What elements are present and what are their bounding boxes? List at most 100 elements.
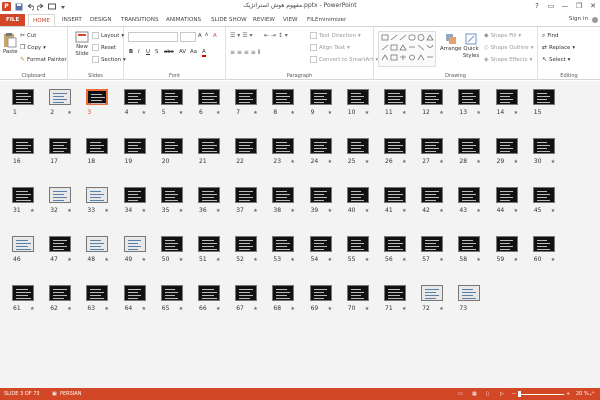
transition-star-icon[interactable]: ★ — [439, 306, 443, 312]
transition-star-icon[interactable]: ★ — [328, 257, 332, 263]
cut-button[interactable]: ✂ Cut — [20, 32, 36, 39]
shape-effects-button[interactable]: ◈ Shape Effects ▾ — [484, 56, 532, 63]
slide-thumbnail[interactable] — [160, 89, 183, 105]
transition-star-icon[interactable]: ★ — [253, 257, 257, 263]
transition-star-icon[interactable]: ★ — [328, 159, 332, 165]
slide-thumbnail[interactable] — [86, 138, 109, 154]
tab-view[interactable]: VIEW — [283, 14, 298, 26]
language-indicator[interactable]: PERSIAN — [60, 391, 81, 397]
arrange-button[interactable]: Arrange — [440, 33, 461, 52]
select-button[interactable]: ↖ Select ▾ — [542, 56, 570, 63]
normal-view-icon[interactable]: ▭ — [458, 391, 463, 397]
slide-thumbnail[interactable] — [272, 236, 295, 252]
slide-thumbnail[interactable] — [532, 89, 555, 105]
transition-star-icon[interactable]: ★ — [514, 159, 518, 165]
grow-font-button[interactable]: A — [198, 33, 202, 39]
slide-thumbnail[interactable] — [272, 89, 295, 105]
transition-star-icon[interactable]: ★ — [142, 110, 146, 116]
zoom-in-button[interactable]: + — [566, 391, 570, 397]
transition-star-icon[interactable]: ★ — [402, 110, 406, 116]
italic-button[interactable]: I — [138, 49, 140, 55]
slide-thumbnail[interactable] — [458, 285, 481, 301]
clear-formatting-button[interactable]: A — [213, 33, 217, 39]
text-direction-button[interactable]: Text Direction ▾ — [310, 32, 361, 39]
slide-thumbnail[interactable] — [86, 236, 109, 252]
slide-thumbnail[interactable] — [198, 285, 220, 301]
indent-buttons[interactable]: ⇤ ⇥ ↕ ▾ — [264, 32, 288, 39]
transition-star-icon[interactable]: ★ — [551, 159, 555, 165]
convert-smartart-button[interactable]: Convert to SmartArt ▾ — [310, 56, 378, 63]
bold-button[interactable]: B — [129, 49, 133, 55]
slide-thumbnail[interactable] — [235, 236, 258, 252]
slide-thumbnail[interactable] — [532, 236, 555, 252]
slideshow-icon[interactable] — [47, 2, 56, 11]
slide-thumbnail[interactable] — [123, 285, 146, 301]
find-button[interactable]: ⌕ Find — [542, 32, 558, 40]
slide-thumbnail[interactable] — [495, 89, 518, 105]
zoom-slider[interactable] — [520, 393, 564, 395]
transition-star-icon[interactable]: ★ — [142, 208, 146, 214]
slide-thumbnail[interactable] — [49, 187, 72, 203]
slide-thumbnail[interactable] — [309, 138, 332, 154]
replace-button[interactable]: ⇄ Replace ▾ — [542, 44, 575, 51]
slide-thumbnail[interactable] — [123, 138, 146, 154]
slide-thumbnail[interactable] — [160, 187, 183, 203]
slide-thumbnail[interactable] — [12, 89, 34, 105]
slide-thumbnail[interactable] — [198, 187, 220, 203]
reset-button[interactable]: Reset — [92, 44, 116, 51]
align-buttons[interactable]: ≡ ≡ ≡ ≡ ⫴ — [230, 49, 260, 57]
slide-thumbnail[interactable] — [272, 187, 295, 203]
transition-star-icon[interactable]: ★ — [290, 306, 294, 312]
transition-star-icon[interactable]: ★ — [328, 306, 332, 312]
redo-icon[interactable] — [36, 2, 45, 11]
slide-thumbnail[interactable] — [421, 236, 444, 252]
transition-star-icon[interactable]: ★ — [365, 159, 369, 165]
slide-thumbnail[interactable] — [384, 236, 406, 252]
slide-thumbnail[interactable] — [532, 187, 555, 203]
transition-star-icon[interactable]: ★ — [67, 306, 71, 312]
transition-star-icon[interactable]: ★ — [476, 257, 480, 263]
underline-button[interactable]: U — [146, 49, 150, 55]
slide-thumbnail[interactable] — [49, 138, 72, 154]
transition-star-icon[interactable]: ★ — [253, 306, 257, 312]
transition-star-icon[interactable]: ★ — [328, 110, 332, 116]
transition-star-icon[interactable]: ★ — [365, 208, 369, 214]
slide-thumbnail[interactable] — [384, 187, 406, 203]
section-button[interactable]: Section ▾ — [92, 56, 126, 63]
slide-thumbnail[interactable] — [160, 138, 183, 154]
slide-thumbnail[interactable] — [235, 187, 258, 203]
slide-thumbnail[interactable] — [384, 89, 406, 105]
transition-star-icon[interactable]: ★ — [216, 110, 220, 116]
shapes-gallery[interactable] — [378, 31, 436, 67]
copy-button[interactable]: ❐ Copy ▾ — [20, 44, 46, 51]
zoom-level[interactable]: 20 % — [576, 391, 589, 397]
shrink-font-button[interactable]: A — [205, 33, 208, 38]
transition-star-icon[interactable]: ★ — [402, 159, 406, 165]
tab-transitions[interactable]: TRANSITIONS — [121, 14, 159, 26]
transition-star-icon[interactable]: ★ — [179, 306, 183, 312]
slide-thumbnail[interactable] — [309, 89, 332, 105]
slide-thumbnail[interactable] — [160, 236, 183, 252]
slide-thumbnail[interactable] — [421, 285, 444, 301]
slide-thumbnail[interactable] — [235, 89, 258, 105]
transition-star-icon[interactable]: ★ — [476, 159, 480, 165]
transition-star-icon[interactable]: ★ — [365, 110, 369, 116]
transition-star-icon[interactable]: ★ — [67, 257, 71, 263]
slide-thumbnail[interactable] — [86, 285, 109, 301]
tab-insert[interactable]: INSERT — [62, 14, 82, 26]
transition-star-icon[interactable]: ★ — [253, 110, 257, 116]
transition-star-icon[interactable]: ★ — [216, 257, 220, 263]
font-name-input[interactable] — [128, 32, 178, 42]
transition-star-icon[interactable]: ★ — [142, 257, 146, 263]
transition-star-icon[interactable]: ★ — [439, 159, 443, 165]
transition-star-icon[interactable]: ★ — [551, 257, 555, 263]
transition-star-icon[interactable]: ★ — [439, 110, 443, 116]
text-shadow-button[interactable]: S — [155, 49, 158, 55]
customize-qat-icon[interactable] — [58, 2, 67, 11]
format-painter-button[interactable]: ✎ Format Painter — [20, 56, 67, 63]
slide-show-view-icon[interactable]: ▷ — [500, 391, 504, 397]
slide-thumbnail[interactable] — [123, 236, 146, 252]
zoom-out-button[interactable]: − — [512, 391, 516, 397]
character-spacing-button[interactable]: AV — [179, 49, 186, 55]
slide-thumbnail[interactable] — [532, 138, 555, 154]
